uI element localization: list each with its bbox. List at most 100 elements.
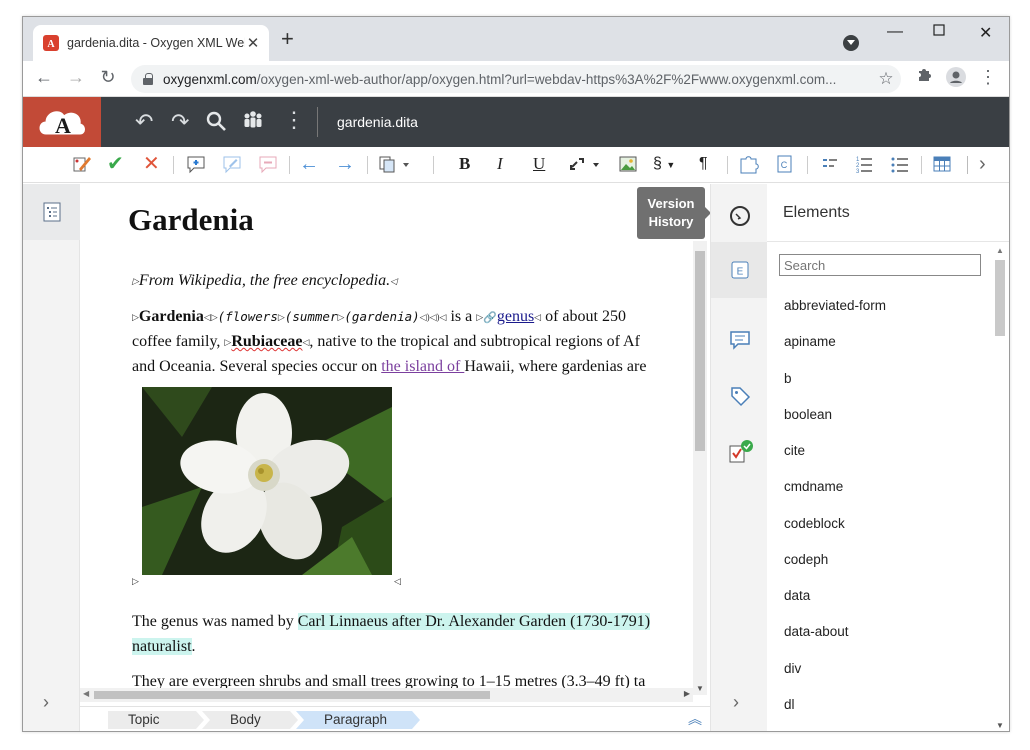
expand-left-panel-icon[interactable]: › xyxy=(43,692,49,713)
insert-list-item-icon[interactable] xyxy=(819,153,841,182)
maximize-icon[interactable] xyxy=(933,23,945,41)
outline-view-icon[interactable] xyxy=(23,184,80,240)
panel-divider xyxy=(767,241,1009,242)
back-icon[interactable]: ← xyxy=(33,67,55,88)
horizontal-scroll-thumb[interactable] xyxy=(94,691,490,699)
edit-comment-icon[interactable] xyxy=(221,153,243,182)
element-item[interactable]: codeph xyxy=(784,550,886,586)
breadcrumb-body[interactable]: Body xyxy=(202,711,298,729)
gardenia-term: Gardenia xyxy=(138,308,204,325)
close-window-icon[interactable]: ✕ xyxy=(979,23,992,43)
minimize-icon[interactable]: — xyxy=(887,23,903,41)
element-item[interactable]: data-about xyxy=(784,622,886,658)
review-comments-icon[interactable] xyxy=(711,312,768,368)
highlighted-comment-text-2[interactable]: naturalist xyxy=(132,638,192,655)
tab-search-icon[interactable] xyxy=(843,35,859,51)
editor-horizontal-scrollbar[interactable]: ◀ ▶ xyxy=(80,688,693,702)
italic-icon[interactable]: I xyxy=(497,153,503,175)
toolbar-divider xyxy=(921,156,922,174)
elements-search-input[interactable] xyxy=(779,254,981,276)
expand-breadcrumb-icon[interactable]: ︽ xyxy=(688,710,702,728)
ordered-list-icon[interactable]: 123 xyxy=(853,153,875,182)
more-menu-icon[interactable]: ⋮ xyxy=(283,107,305,133)
insert-image-icon[interactable] xyxy=(617,153,639,182)
element-item[interactable]: cite xyxy=(784,441,886,477)
panel-scroll-thumb[interactable] xyxy=(995,260,1005,336)
unordered-list-icon[interactable] xyxy=(889,153,911,182)
toolbar-overflow-chevron-icon[interactable]: › xyxy=(979,153,986,175)
naming-paragraph-line-1: The genus was named by Carl Linnaeus aft… xyxy=(132,609,651,634)
element-item[interactable]: abbreviated-form xyxy=(784,296,886,332)
svg-text:A: A xyxy=(55,113,71,138)
oxygen-logo-icon: A xyxy=(23,97,101,147)
redo-icon[interactable]: ↷ xyxy=(171,109,189,135)
remove-comment-icon[interactable] xyxy=(257,153,279,182)
profile-avatar-icon[interactable] xyxy=(945,67,967,92)
validation-results-icon[interactable] xyxy=(711,424,768,480)
vertical-scroll-thumb[interactable] xyxy=(695,251,705,451)
next-change-icon[interactable]: → xyxy=(335,153,355,175)
paragraph-mark-icon[interactable]: ¶ xyxy=(699,153,708,175)
file-name: gardenia.dita xyxy=(337,114,418,130)
document-editor[interactable]: Gardenia ▷From Wikipedia, the free encyc… xyxy=(80,184,710,704)
gardenia-flower-image[interactable] xyxy=(142,387,392,575)
tab-close-icon[interactable]: ✕ xyxy=(245,34,261,52)
previous-change-icon[interactable]: ← xyxy=(299,153,319,175)
bookmark-star-icon[interactable]: ☆ xyxy=(871,69,901,89)
browser-tab[interactable]: A gardenia.dita - Oxygen XML Web Author … xyxy=(33,25,269,61)
element-item[interactable]: boolean xyxy=(784,405,886,441)
insert-conref-icon[interactable]: C xyxy=(773,153,795,182)
intro-paragraph-line-1: ▷Gardenia◁▷(flowers▷(summer▷(gardenia)◁)… xyxy=(132,304,626,331)
version-history-icon[interactable] xyxy=(711,188,768,244)
svg-text:3: 3 xyxy=(856,169,860,175)
highlighted-comment-text[interactable]: Carl Linnaeus after Dr. Alexander Garden… xyxy=(297,613,651,630)
panel-scroll-down-arrow-icon[interactable]: ▼ xyxy=(996,721,1004,730)
element-item[interactable]: div xyxy=(784,659,886,695)
bold-icon[interactable]: B xyxy=(459,153,470,175)
collapse-right-panel-icon[interactable]: › xyxy=(733,692,739,713)
scroll-left-arrow-icon[interactable]: ◀ xyxy=(83,689,89,698)
editor-vertical-scrollbar[interactable]: ▼ xyxy=(693,241,707,695)
extensions-icon[interactable] xyxy=(913,67,935,88)
insert-table-icon[interactable] xyxy=(931,153,953,182)
undo-icon[interactable]: ↶ xyxy=(135,109,153,135)
collaboration-icon[interactable] xyxy=(241,109,265,139)
genus-link[interactable]: genus xyxy=(497,308,534,325)
element-item[interactable]: codeblock xyxy=(784,514,886,550)
forward-icon[interactable]: → xyxy=(65,67,87,88)
image-end-marker: ◁ xyxy=(394,576,401,586)
image-start-marker: ▷ xyxy=(132,576,139,586)
new-tab-icon[interactable]: + xyxy=(281,28,294,50)
intro-line-2-text: coffee family, xyxy=(132,333,225,350)
elements-panel-scrollbar[interactable]: ▲ ▼ xyxy=(993,244,1007,730)
add-comment-icon[interactable] xyxy=(185,153,207,182)
find-icon[interactable] xyxy=(205,110,227,138)
element-item[interactable]: cmdname xyxy=(784,477,886,513)
island-link[interactable]: the island of xyxy=(381,358,464,375)
reject-change-icon[interactable]: ✕ xyxy=(143,153,160,175)
insert-element-icon[interactable] xyxy=(737,153,761,182)
element-item[interactable]: data xyxy=(784,586,886,622)
link-icon[interactable] xyxy=(567,153,603,182)
url-host: oxygenxml.com xyxy=(163,71,257,87)
element-item[interactable]: apiname xyxy=(784,332,886,368)
browser-menu-icon[interactable]: ⋮ xyxy=(977,67,999,88)
paste-icon[interactable] xyxy=(377,153,411,182)
scroll-right-arrow-icon[interactable]: ▶ xyxy=(684,689,690,698)
accept-change-icon[interactable]: ✔ xyxy=(107,153,124,175)
element-item[interactable]: b xyxy=(784,369,886,405)
elements-view-icon[interactable]: E xyxy=(711,242,768,298)
breadcrumb-paragraph[interactable]: Paragraph xyxy=(296,711,420,729)
address-bar[interactable]: oxygenxml.com/oxygen-xml-web-author/app/… xyxy=(131,65,901,93)
breadcrumb-topic[interactable]: Topic xyxy=(108,711,204,729)
reload-icon[interactable]: ↻ xyxy=(97,67,119,88)
underline-icon[interactable]: U xyxy=(533,153,545,175)
panel-scroll-up-arrow-icon[interactable]: ▲ xyxy=(996,246,1004,255)
url-text: oxygenxml.com/oxygen-xml-web-author/app/… xyxy=(163,72,871,87)
element-item[interactable]: dl xyxy=(784,695,886,731)
intro-paragraph-line-2: coffee family, ▷Rubiaceae◁, native to th… xyxy=(132,329,640,355)
attributes-tag-icon[interactable] xyxy=(711,368,768,424)
scroll-down-arrow-icon[interactable]: ▼ xyxy=(696,684,704,693)
track-changes-icon[interactable] xyxy=(71,153,93,182)
insert-section-icon[interactable]: § ▼ xyxy=(653,153,675,176)
